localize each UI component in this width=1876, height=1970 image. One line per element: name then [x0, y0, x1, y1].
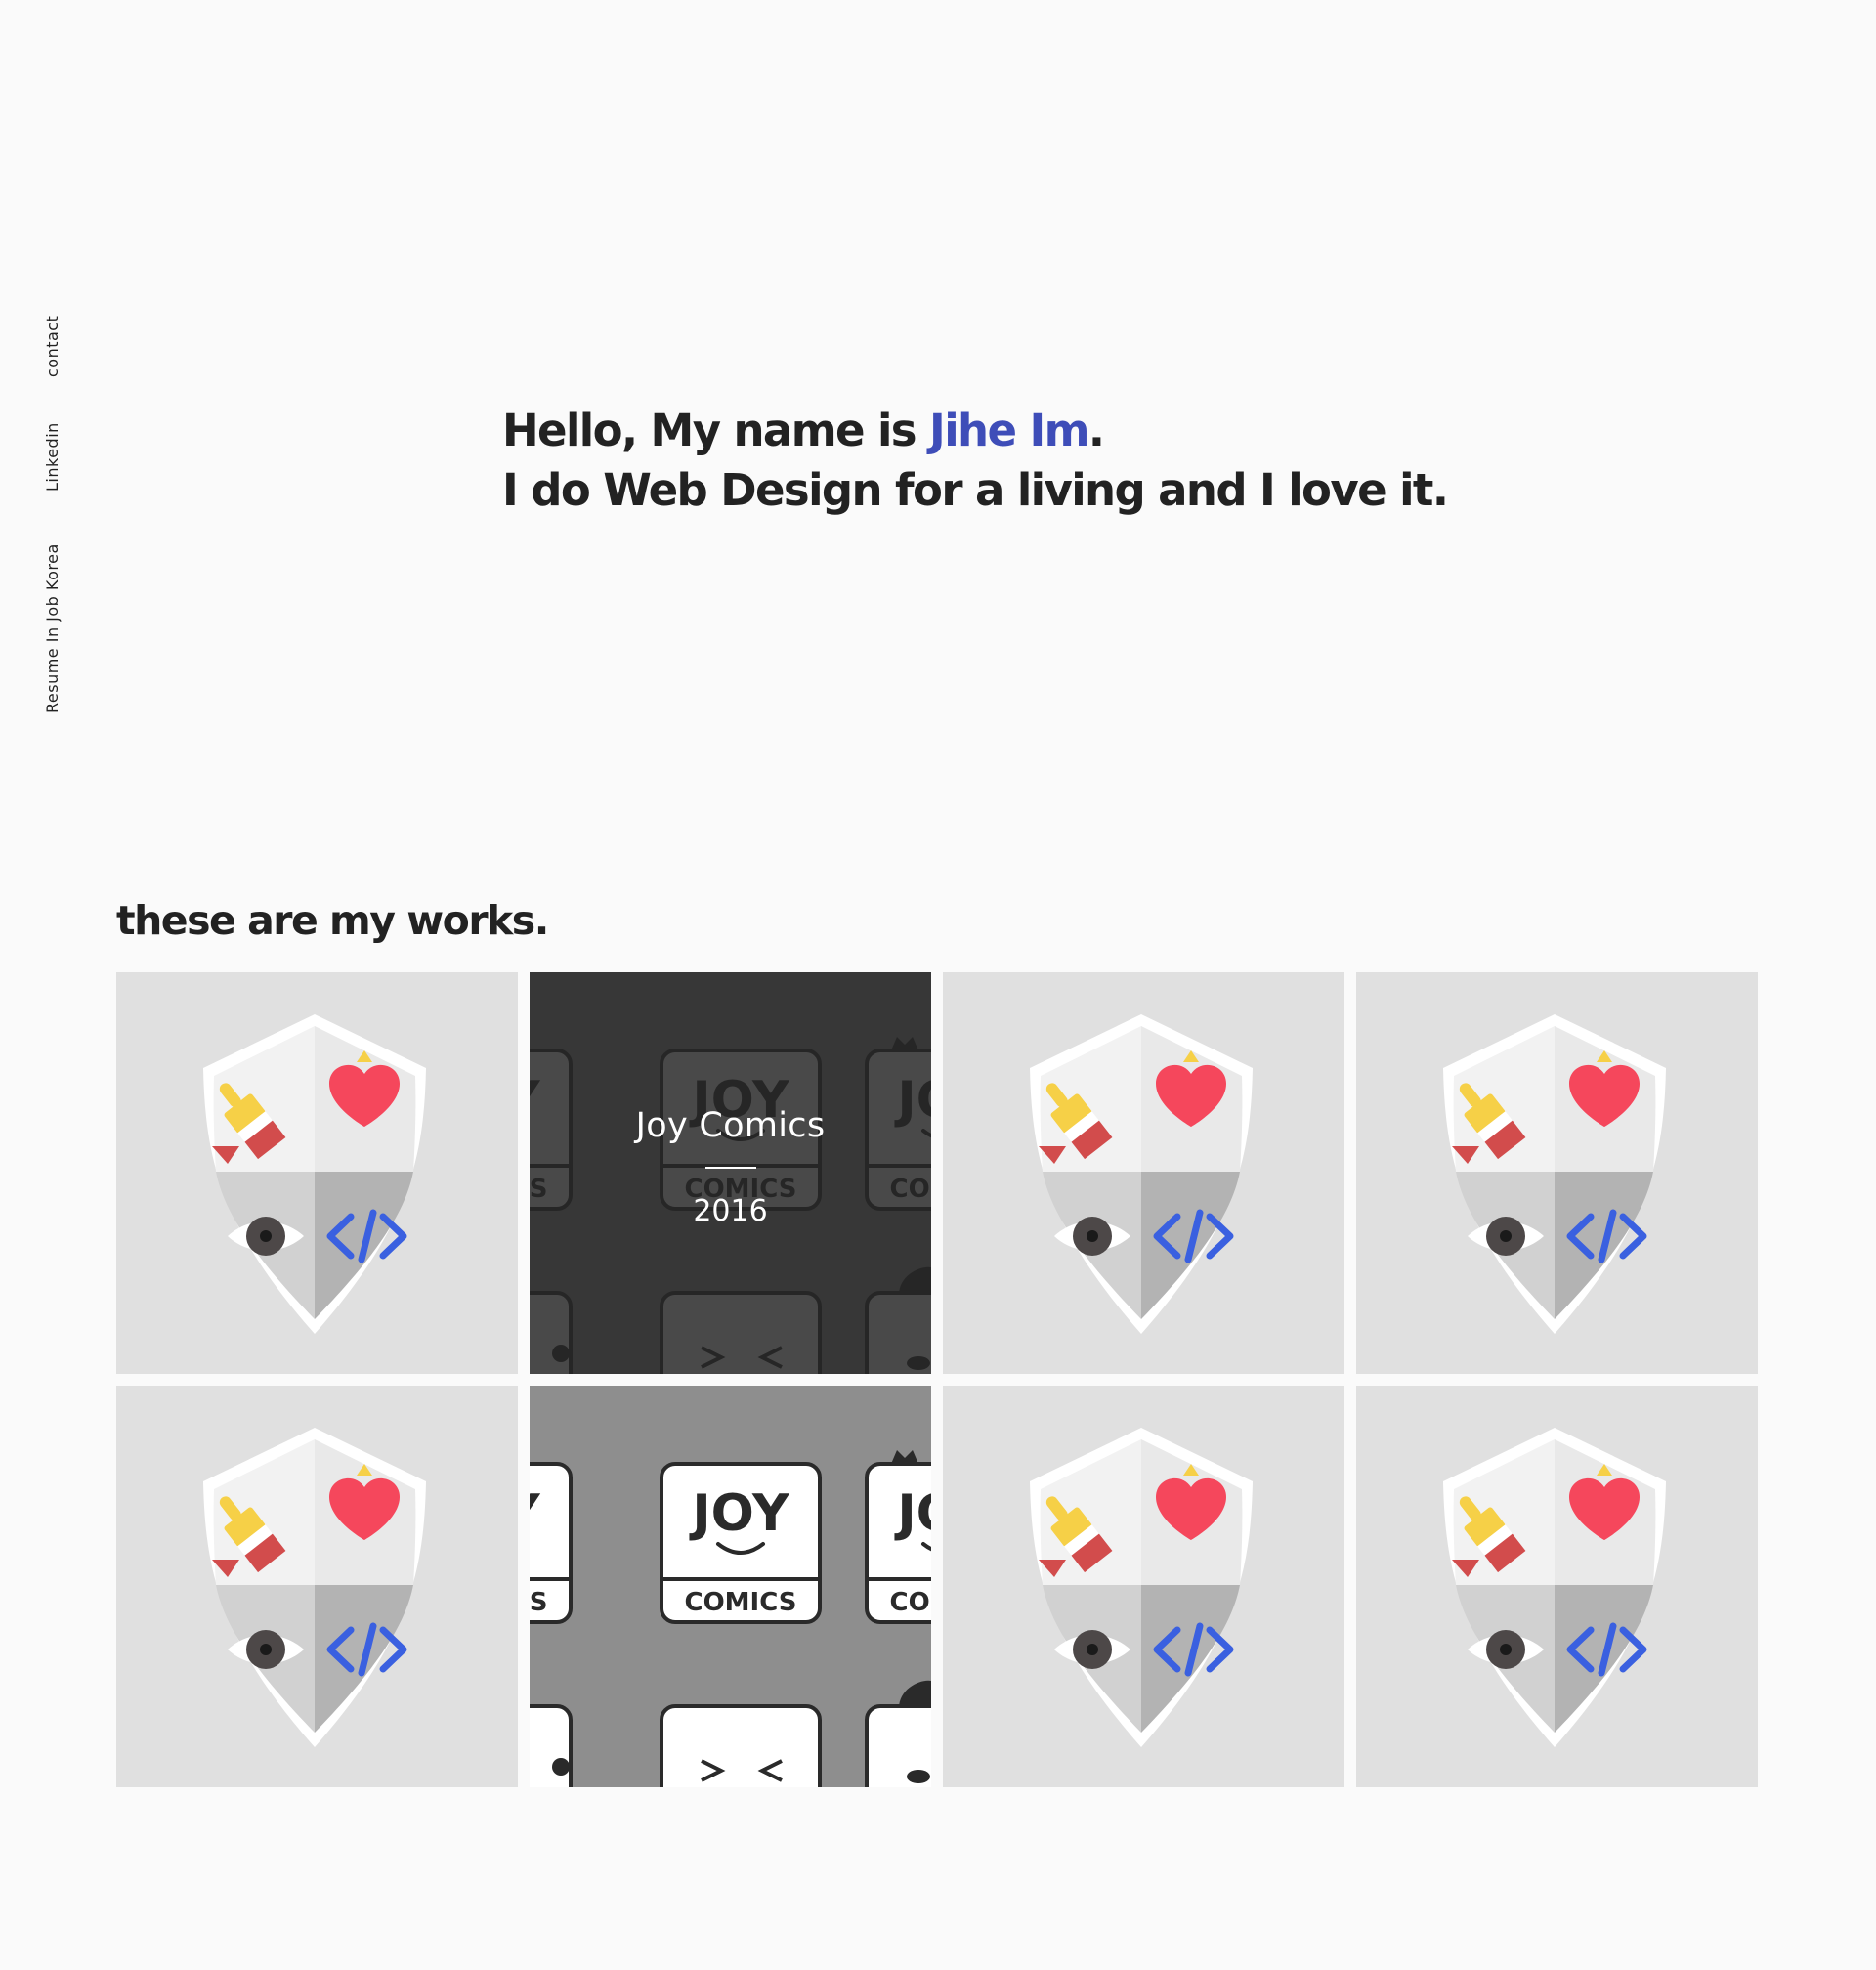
work-tile[interactable]: [943, 972, 1344, 1374]
works-grid: Joy Comics 2016: [116, 972, 1758, 1787]
work-title: Joy Comics: [635, 1106, 826, 1145]
shield-badge-icon: [116, 1386, 518, 1787]
shield-badge-icon: [1356, 1386, 1758, 1787]
work-tile[interactable]: [1356, 1386, 1758, 1787]
work-tile[interactable]: [1356, 972, 1758, 1374]
work-tile[interactable]: [116, 1386, 518, 1787]
work-tile[interactable]: Joy Comics 2016: [530, 972, 931, 1374]
hero-greeting: Hello, My name is Jihe Im.: [502, 401, 1447, 460]
shield-badge-icon: [1356, 972, 1758, 1374]
resume-link[interactable]: Resume In Job Korea: [43, 543, 62, 713]
work-tile[interactable]: [530, 1386, 931, 1787]
shield-badge-icon: [943, 972, 1344, 1374]
work-tile[interactable]: [943, 1386, 1344, 1787]
joy-comics-thumbnail: [530, 1386, 931, 1787]
shield-badge-icon: [943, 1386, 1344, 1787]
greeting-suffix: .: [1087, 405, 1105, 456]
contact-link[interactable]: contact: [43, 316, 62, 377]
side-navigation: contact Linkedin Resume In Job Korea: [0, 0, 117, 879]
hero-intro: Hello, My name is Jihe Im. I do Web Desi…: [502, 401, 1449, 520]
hero-tagline: I do Web Design for a living and I love …: [502, 464, 1449, 516]
works-title: these are my works.: [116, 897, 549, 944]
shield-badge-icon: [116, 972, 518, 1374]
author-name: Jihe Im: [929, 405, 1089, 456]
work-year: 2016: [693, 1194, 768, 1228]
linkedin-link[interactable]: Linkedin: [43, 422, 62, 492]
work-hover-overlay: Joy Comics 2016: [530, 972, 931, 1374]
work-tile[interactable]: [116, 972, 518, 1374]
divider: [704, 1167, 756, 1169]
greeting-prefix: Hello, My name is: [502, 405, 930, 456]
